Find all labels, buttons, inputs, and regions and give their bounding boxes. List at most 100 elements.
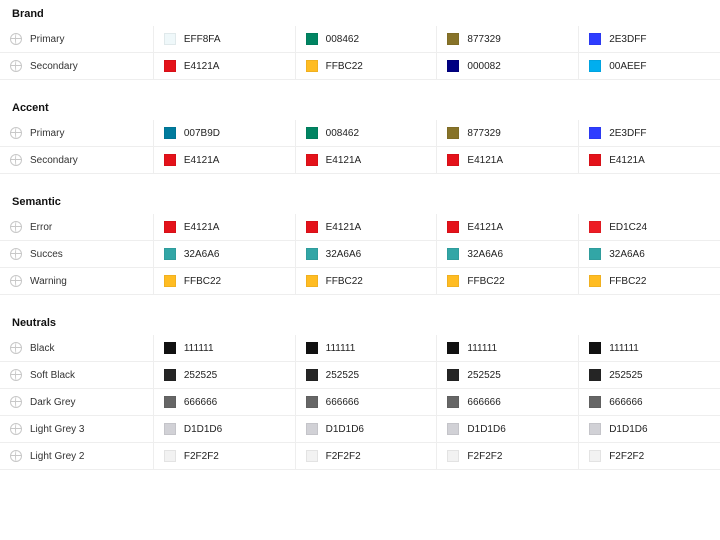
color-cell[interactable]: 666666 bbox=[437, 389, 579, 415]
color-swatch bbox=[306, 248, 318, 260]
color-cell[interactable]: D1D1D6 bbox=[154, 416, 296, 442]
color-cell[interactable]: EFF8FA bbox=[154, 26, 296, 52]
color-cell[interactable]: 111111 bbox=[296, 335, 438, 361]
color-swatch bbox=[589, 450, 601, 462]
row-label: Secondary bbox=[30, 155, 78, 166]
color-cell[interactable]: FFBC22 bbox=[154, 268, 296, 294]
color-cell[interactable]: E4121A bbox=[154, 214, 296, 240]
globe-icon bbox=[10, 369, 22, 381]
color-cell[interactable]: D1D1D6 bbox=[579, 416, 720, 442]
row-label-cell: Light Grey 2 bbox=[0, 443, 154, 469]
color-cell[interactable]: E4121A bbox=[437, 214, 579, 240]
hex-value: 252525 bbox=[609, 370, 642, 381]
row-label: Soft Black bbox=[30, 370, 75, 381]
color-swatch bbox=[306, 423, 318, 435]
color-cell[interactable]: F2F2F2 bbox=[154, 443, 296, 469]
hex-value: E4121A bbox=[467, 222, 503, 233]
color-cell[interactable]: 2E3DFF bbox=[579, 120, 720, 146]
color-cell[interactable]: 252525 bbox=[579, 362, 720, 388]
color-swatch bbox=[589, 60, 601, 72]
globe-icon bbox=[10, 423, 22, 435]
hex-value: 32A6A6 bbox=[184, 249, 220, 260]
section-title: Brand bbox=[0, 0, 720, 26]
color-swatch bbox=[164, 275, 176, 287]
color-cell[interactable]: 2E3DFF bbox=[579, 26, 720, 52]
color-cell[interactable]: 32A6A6 bbox=[296, 241, 438, 267]
hex-value: 252525 bbox=[467, 370, 500, 381]
color-cell[interactable]: 008462 bbox=[296, 120, 438, 146]
globe-icon bbox=[10, 60, 22, 72]
color-cell[interactable]: E4121A bbox=[437, 147, 579, 173]
color-row: WarningFFBC22FFBC22FFBC22FFBC22 bbox=[0, 268, 720, 295]
color-cell[interactable]: D1D1D6 bbox=[437, 416, 579, 442]
color-swatch bbox=[447, 396, 459, 408]
color-swatch bbox=[447, 275, 459, 287]
color-cell[interactable]: 252525 bbox=[296, 362, 438, 388]
color-cell[interactable]: 000082 bbox=[437, 53, 579, 79]
hex-value: E4121A bbox=[326, 222, 362, 233]
color-cell[interactable]: 666666 bbox=[579, 389, 720, 415]
color-cell[interactable]: FFBC22 bbox=[579, 268, 720, 294]
color-cell[interactable]: D1D1D6 bbox=[296, 416, 438, 442]
color-cell[interactable]: E4121A bbox=[296, 214, 438, 240]
color-cell[interactable]: E4121A bbox=[154, 53, 296, 79]
color-swatch bbox=[589, 369, 601, 381]
color-cell[interactable]: FFBC22 bbox=[296, 268, 438, 294]
hex-value: 32A6A6 bbox=[467, 249, 503, 260]
hex-value: 252525 bbox=[184, 370, 217, 381]
color-cell[interactable]: 252525 bbox=[154, 362, 296, 388]
color-cell[interactable]: 111111 bbox=[437, 335, 579, 361]
color-swatch bbox=[447, 60, 459, 72]
hex-value: 111111 bbox=[467, 343, 497, 354]
color-row: Light Grey 3D1D1D6D1D1D6D1D1D6D1D1D6 bbox=[0, 416, 720, 443]
globe-icon bbox=[10, 450, 22, 462]
color-swatch bbox=[447, 154, 459, 166]
color-swatch bbox=[164, 248, 176, 260]
color-cell[interactable]: 32A6A6 bbox=[154, 241, 296, 267]
color-cell[interactable]: ED1C24 bbox=[579, 214, 720, 240]
color-cell[interactable]: 877329 bbox=[437, 120, 579, 146]
color-cell[interactable]: 252525 bbox=[437, 362, 579, 388]
color-swatch bbox=[306, 60, 318, 72]
row-label-cell: Error bbox=[0, 214, 154, 240]
hex-value: 32A6A6 bbox=[326, 249, 362, 260]
color-cell[interactable]: E4121A bbox=[579, 147, 720, 173]
hex-value: F2F2F2 bbox=[184, 451, 219, 462]
color-cell[interactable]: F2F2F2 bbox=[296, 443, 438, 469]
row-label: Primary bbox=[30, 34, 64, 45]
row-label: Succes bbox=[30, 249, 63, 260]
section-title: Accent bbox=[0, 94, 720, 120]
globe-icon bbox=[10, 342, 22, 354]
color-swatch bbox=[447, 450, 459, 462]
color-cell[interactable]: 111111 bbox=[579, 335, 720, 361]
hex-value: E4121A bbox=[467, 155, 503, 166]
color-cell[interactable]: F2F2F2 bbox=[579, 443, 720, 469]
globe-icon bbox=[10, 33, 22, 45]
hex-value: E4121A bbox=[326, 155, 362, 166]
globe-icon bbox=[10, 127, 22, 139]
color-swatch bbox=[164, 221, 176, 233]
color-cell[interactable]: 00AEEF bbox=[579, 53, 720, 79]
color-cell[interactable]: 877329 bbox=[437, 26, 579, 52]
row-label: Warning bbox=[30, 276, 67, 287]
color-swatch bbox=[164, 33, 176, 45]
color-swatch bbox=[164, 369, 176, 381]
color-cell[interactable]: 32A6A6 bbox=[437, 241, 579, 267]
color-cell[interactable]: FFBC22 bbox=[437, 268, 579, 294]
color-cell[interactable]: 32A6A6 bbox=[579, 241, 720, 267]
color-cell[interactable]: E4121A bbox=[154, 147, 296, 173]
color-cell[interactable]: 666666 bbox=[154, 389, 296, 415]
section-title: Neutrals bbox=[0, 309, 720, 335]
color-swatch bbox=[447, 369, 459, 381]
hex-value: FFBC22 bbox=[467, 276, 504, 287]
color-cell[interactable]: FFBC22 bbox=[296, 53, 438, 79]
color-row: Light Grey 2F2F2F2F2F2F2F2F2F2F2F2F2 bbox=[0, 443, 720, 470]
color-cell[interactable]: E4121A bbox=[296, 147, 438, 173]
hex-value: 666666 bbox=[326, 397, 359, 408]
color-cell[interactable]: 666666 bbox=[296, 389, 438, 415]
hex-value: 000082 bbox=[467, 61, 500, 72]
color-cell[interactable]: F2F2F2 bbox=[437, 443, 579, 469]
color-cell[interactable]: 111111 bbox=[154, 335, 296, 361]
color-cell[interactable]: 008462 bbox=[296, 26, 438, 52]
color-cell[interactable]: 007B9D bbox=[154, 120, 296, 146]
